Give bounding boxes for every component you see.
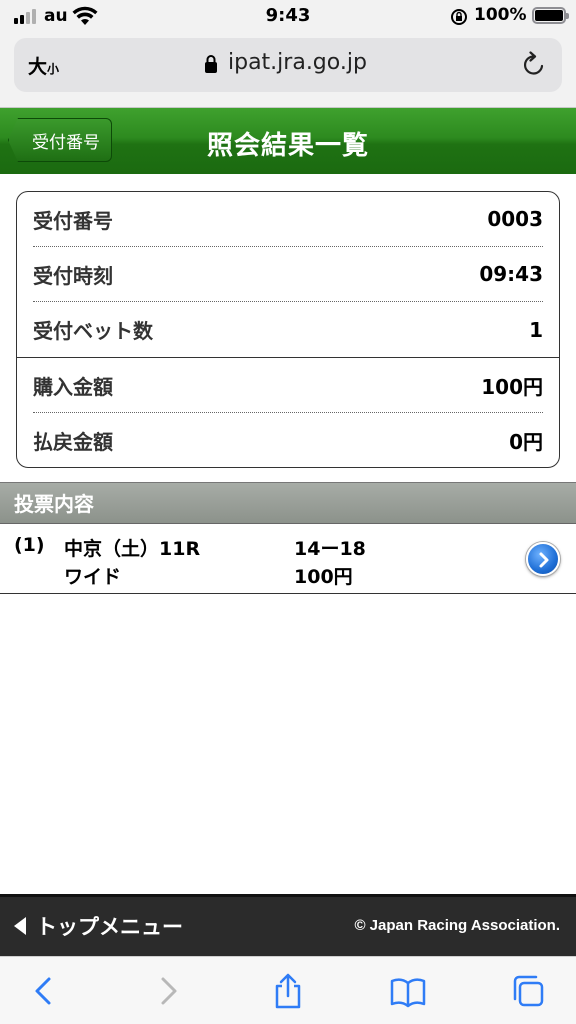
bet-combination: 14ー18 xyxy=(294,538,366,560)
url-text: ipat.jra.go.jp xyxy=(228,50,367,75)
receipt-row-time: 受付時刻 09:43 xyxy=(33,247,543,302)
chevron-right-icon xyxy=(539,552,549,568)
receipt-value: 0円 xyxy=(509,430,543,454)
triangle-left-icon xyxy=(14,917,26,935)
receipt-card: 受付番号 0003 受付時刻 09:43 受付ベット数 1 購入金額 100円 … xyxy=(16,191,560,468)
top-menu-label: トップメニュー xyxy=(36,915,183,939)
receipt-label: 受付番号 xyxy=(33,208,113,233)
battery-icon xyxy=(532,7,569,24)
receipt-row-bet-count: 受付ベット数 1 xyxy=(33,302,543,357)
bet-race: 中京（土）11R xyxy=(64,538,201,560)
address-bar[interactable]: 大小 ipat.jra.go.jp xyxy=(14,38,562,92)
receipt-label: 受付時刻 xyxy=(33,263,113,288)
receipt-row-number: 受付番号 0003 xyxy=(33,192,543,247)
forward-chevron-icon[interactable] xyxy=(150,973,186,1009)
lock-icon xyxy=(205,55,217,73)
reload-icon[interactable] xyxy=(520,51,548,79)
browser-toolbar xyxy=(0,956,576,1024)
text-size-button[interactable]: 大小 xyxy=(28,52,59,79)
browser-address-area: 大小 ipat.jra.go.jp xyxy=(0,32,576,108)
copyright-text: © Japan Racing Association. xyxy=(354,917,560,934)
receipt-label: 受付ベット数 xyxy=(33,319,153,343)
page-header: 受付番号 照会結果一覧 xyxy=(0,108,576,174)
receipt-label: 払戻金額 xyxy=(33,430,113,454)
share-icon[interactable] xyxy=(270,973,306,1009)
bet-type: ワイド xyxy=(64,566,122,588)
rotation-lock-icon xyxy=(451,9,467,25)
receipt-value: 1 xyxy=(529,317,543,342)
bet-index: (1) xyxy=(14,534,45,556)
bet-amount: 100円 xyxy=(294,566,353,588)
bookmarks-icon[interactable] xyxy=(390,973,426,1009)
page-title: 照会結果一覧 xyxy=(206,131,369,161)
tabs-icon[interactable] xyxy=(510,973,546,1009)
status-bar: au 9:43 100% xyxy=(0,0,576,32)
receipt-value: 09:43 xyxy=(479,262,543,286)
section-header-bet-contents: 投票内容 xyxy=(0,482,576,524)
battery-percentage: 100% xyxy=(474,5,527,25)
top-menu-link[interactable]: トップメニュー xyxy=(14,911,183,941)
bet-list-item[interactable]: (1) 中京（土）11R 14ー18 ワイド 100円 xyxy=(0,524,576,594)
bet-detail-button[interactable] xyxy=(526,542,560,576)
receipt-value: 0003 xyxy=(487,207,543,231)
receipt-label: 購入金額 xyxy=(33,374,113,399)
page-footer: トップメニュー © Japan Racing Association. xyxy=(0,894,576,956)
receipt-row-payout-amount: 払戻金額 0円 xyxy=(33,413,543,468)
receipt-value: 100円 xyxy=(481,374,543,399)
receipt-row-purchase-amount: 購入金額 100円 xyxy=(33,358,543,413)
back-chevron-icon[interactable] xyxy=(26,973,62,1009)
